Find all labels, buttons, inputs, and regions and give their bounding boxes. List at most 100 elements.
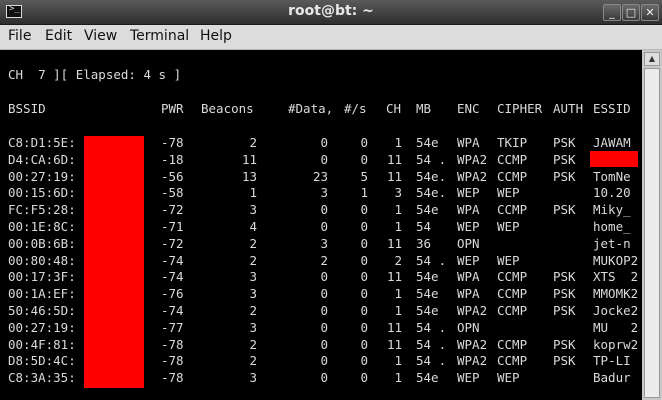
menu-file[interactable]: File bbox=[8, 28, 31, 44]
cell-ch: 1 bbox=[394, 286, 402, 302]
window-title: root@bt: ~ bbox=[288, 3, 374, 19]
cell-enc: WPA bbox=[457, 286, 480, 302]
cell-ch: 1 bbox=[394, 370, 402, 386]
cell-beacons: 2 bbox=[249, 235, 257, 251]
cell-beacons: 2 bbox=[249, 135, 257, 150]
scroll-up-arrow-icon[interactable]: ▲ bbox=[644, 52, 660, 66]
menu-view[interactable]: View bbox=[84, 28, 117, 44]
cell-rate: 0 bbox=[360, 336, 368, 352]
window-titlebar[interactable]: >_ root@bt: ~ _ □ ✕ bbox=[0, 0, 662, 25]
menu-terminal[interactable]: Terminal bbox=[130, 28, 189, 44]
col-bssid: BSSID bbox=[8, 101, 46, 116]
cell-cipher: CCMP bbox=[497, 303, 528, 318]
cell-rate: 0 bbox=[360, 252, 368, 268]
cell-ch: 11 bbox=[386, 168, 402, 184]
cell-bssid: 00:4F:81: bbox=[8, 336, 76, 352]
cell-enc: WPA2 bbox=[457, 303, 488, 318]
cell-cipher: TKIP bbox=[497, 135, 528, 150]
cell-pwr: -71 bbox=[161, 219, 184, 234]
cell-essid: home_ bbox=[593, 219, 631, 234]
cell-cipher: CCMP bbox=[497, 336, 528, 352]
cell-pwr: -77 bbox=[161, 319, 184, 335]
cell-cipher: CCMP bbox=[497, 202, 528, 218]
cell-data: 0 bbox=[320, 286, 328, 302]
cell-pwr: -74 bbox=[161, 303, 184, 318]
status-line: CH 7 ][ Elapsed: 4 s ] bbox=[0, 67, 640, 83]
cell-cipher: WEP bbox=[497, 370, 520, 386]
terminal-output[interactable]: CH 7 ][ Elapsed: 4 s ] BSSID PWR Beacons… bbox=[0, 50, 642, 400]
cell-cipher: CCMP bbox=[497, 168, 528, 184]
cell-data: 3 bbox=[320, 185, 328, 201]
cell-pwr: -72 bbox=[161, 202, 184, 218]
cell-mb: 54e bbox=[416, 269, 439, 285]
cell-ch: 1 bbox=[394, 202, 402, 218]
menu-edit[interactable]: Edit bbox=[45, 28, 72, 44]
cell-beacons: 3 bbox=[249, 269, 257, 285]
cell-auth: PSK bbox=[553, 336, 576, 352]
menu-help[interactable]: Help bbox=[200, 28, 232, 44]
col-rate: #/s bbox=[344, 101, 367, 116]
cell-ch: 1 bbox=[394, 303, 402, 318]
cell-ch: 11 bbox=[386, 235, 402, 251]
cell-beacons: 3 bbox=[249, 286, 257, 302]
cell-auth: PSK bbox=[553, 269, 576, 285]
cell-beacons: 3 bbox=[249, 319, 257, 335]
cell-mb: 54e bbox=[416, 202, 439, 218]
minimize-button[interactable]: _ bbox=[603, 4, 621, 21]
scrollbar-thumb[interactable] bbox=[644, 68, 660, 398]
cell-data: 0 bbox=[320, 319, 328, 335]
cell-data: 3 bbox=[320, 235, 328, 251]
cell-beacons: 4 bbox=[249, 219, 257, 234]
cell-beacons: 2 bbox=[249, 252, 257, 268]
cell-cipher: CCMP bbox=[497, 151, 528, 167]
cell-essid: MUKOP2 bbox=[593, 252, 639, 268]
essid-redaction bbox=[590, 151, 638, 167]
vertical-scrollbar[interactable]: ▲ bbox=[642, 50, 662, 400]
bssid-redaction bbox=[84, 136, 144, 388]
cell-auth: PSK bbox=[553, 286, 576, 302]
cell-auth: PSK bbox=[553, 168, 576, 184]
cell-beacons: 3 bbox=[249, 370, 257, 386]
cell-mb: 54e bbox=[416, 370, 439, 386]
cell-pwr: -78 bbox=[161, 370, 184, 386]
cell-data: 0 bbox=[320, 336, 328, 352]
cell-rate: 0 bbox=[360, 319, 368, 335]
cell-cipher: WEP bbox=[497, 219, 520, 234]
cell-enc: WPA2 bbox=[457, 353, 488, 369]
cell-pwr: -78 bbox=[161, 353, 184, 369]
cell-pwr: -74 bbox=[161, 269, 184, 285]
status-text: CH 7 ][ Elapsed: 4 s ] bbox=[8, 67, 182, 82]
cell-data: 0 bbox=[320, 219, 328, 234]
cell-cipher: CCMP bbox=[497, 269, 528, 285]
cell-rate: 0 bbox=[360, 286, 368, 302]
cell-essid: JAWAM bbox=[593, 135, 631, 150]
cell-beacons: 11 bbox=[241, 151, 257, 167]
cell-enc: WPA bbox=[457, 269, 480, 285]
cell-data: 0 bbox=[320, 353, 328, 369]
cell-beacons: 13 bbox=[241, 168, 257, 184]
cell-bssid: 50:46:5D: bbox=[8, 303, 76, 318]
cell-mb: 54 . bbox=[416, 319, 447, 335]
cell-beacons: 2 bbox=[249, 303, 257, 318]
cell-cipher: CCMP bbox=[497, 353, 528, 369]
cell-rate: 0 bbox=[360, 370, 368, 386]
cell-data: 0 bbox=[320, 303, 328, 318]
cell-auth: PSK bbox=[553, 202, 576, 218]
cell-mb: 36 bbox=[416, 235, 432, 251]
cell-pwr: -72 bbox=[161, 235, 184, 251]
cell-pwr: -18 bbox=[161, 151, 184, 167]
cell-ch: 11 bbox=[386, 269, 402, 285]
menu-bar: File Edit View Terminal Help bbox=[0, 25, 662, 50]
cell-enc: WEP bbox=[457, 252, 480, 268]
cell-bssid: 00:27:19: bbox=[8, 319, 76, 335]
cell-essid: 10.20 bbox=[593, 185, 631, 201]
cell-enc: OPN bbox=[457, 235, 480, 251]
cell-data: 0 bbox=[320, 202, 328, 218]
maximize-button[interactable]: □ bbox=[622, 4, 640, 21]
cell-enc: WPA2 bbox=[457, 151, 488, 167]
col-essid: ESSID bbox=[593, 101, 631, 116]
cell-mb: 54 bbox=[416, 219, 432, 234]
close-button[interactable]: ✕ bbox=[641, 4, 659, 21]
cell-essid: MU 2 bbox=[593, 319, 639, 335]
cell-data: 0 bbox=[320, 370, 328, 386]
